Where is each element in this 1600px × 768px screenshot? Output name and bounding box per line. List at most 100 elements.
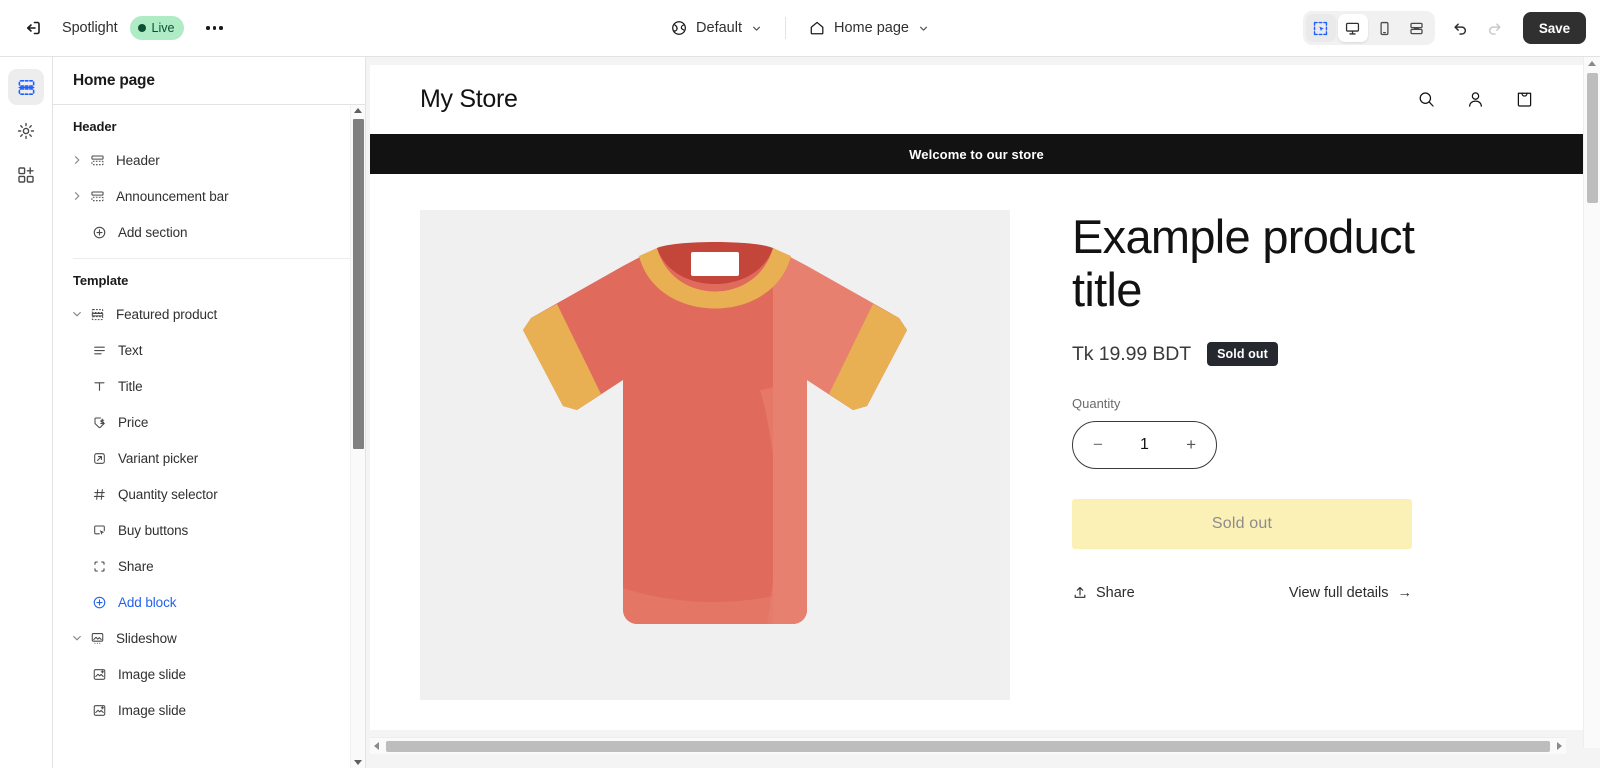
scroll-down-arrow-icon[interactable] bbox=[354, 760, 362, 765]
exit-icon bbox=[27, 21, 40, 35]
block-row-image-slide-1[interactable]: Image slide bbox=[53, 656, 365, 692]
theme-name: Spotlight bbox=[62, 20, 118, 36]
block-label: Share bbox=[118, 558, 154, 574]
section-label: Header bbox=[116, 152, 160, 168]
market-selector[interactable]: Default bbox=[662, 13, 771, 43]
chevron-down-icon[interactable] bbox=[67, 632, 87, 644]
buy-button[interactable]: Sold out bbox=[1072, 499, 1412, 550]
quantity-stepper[interactable]: − 1 + bbox=[1072, 421, 1217, 470]
arrow-right-icon: → bbox=[1397, 585, 1413, 602]
rail-item-apps[interactable] bbox=[8, 157, 44, 193]
vertical-scrollbar-thumb[interactable] bbox=[1587, 73, 1598, 203]
block-label: Image slide bbox=[118, 702, 186, 718]
horizontal-scrollbar-thumb[interactable] bbox=[386, 741, 1550, 752]
panel-header: Home page bbox=[53, 57, 365, 105]
panel-scrollbar-thumb[interactable] bbox=[353, 119, 364, 449]
hash-icon bbox=[89, 487, 109, 502]
block-label: Quantity selector bbox=[118, 486, 218, 502]
quantity-decrease-button[interactable]: − bbox=[1093, 435, 1103, 455]
block-row-quantity-selector[interactable]: Quantity selector bbox=[53, 476, 365, 512]
scroll-left-arrow-icon[interactable] bbox=[374, 742, 379, 750]
scroll-up-arrow-icon[interactable] bbox=[1588, 61, 1596, 66]
view-full-details-link[interactable]: View full details → bbox=[1289, 585, 1412, 601]
mobile-icon bbox=[1380, 21, 1389, 35]
block-row-buy-buttons[interactable]: Buy buttons bbox=[53, 512, 365, 548]
block-label: Buy buttons bbox=[118, 522, 189, 538]
rail-item-theme-settings[interactable] bbox=[8, 113, 44, 149]
store-logo[interactable]: My Store bbox=[420, 85, 518, 114]
section-label: Slideshow bbox=[116, 630, 177, 646]
block-label: Text bbox=[118, 342, 143, 358]
account-icon[interactable] bbox=[1465, 89, 1486, 110]
inspector-tool-button[interactable] bbox=[1305, 14, 1336, 42]
announcement-bar[interactable]: Welcome to our store bbox=[370, 134, 1583, 174]
more-options-button[interactable] bbox=[198, 12, 230, 44]
storefront-header-icons bbox=[1416, 89, 1535, 110]
slideshow-icon bbox=[87, 631, 107, 646]
save-button[interactable]: Save bbox=[1522, 12, 1586, 44]
cart-icon[interactable] bbox=[1514, 89, 1535, 110]
quantity-increase-button[interactable]: + bbox=[1186, 435, 1196, 455]
scroll-up-arrow-icon[interactable] bbox=[354, 108, 362, 113]
block-row-price[interactable]: Price bbox=[53, 404, 365, 440]
preview-vertical-scrollbar[interactable] bbox=[1583, 57, 1600, 748]
product-title[interactable]: Example product title bbox=[1072, 210, 1462, 316]
block-row-variant-picker[interactable]: Variant picker bbox=[53, 440, 365, 476]
block-row-image-slide-2[interactable]: Image slide bbox=[53, 692, 365, 728]
quantity-value[interactable]: 1 bbox=[1140, 436, 1149, 454]
search-icon[interactable] bbox=[1416, 89, 1437, 110]
rail-item-sections[interactable] bbox=[8, 69, 44, 105]
panel-scrollbar[interactable] bbox=[350, 105, 365, 768]
plus-circle-icon bbox=[89, 225, 109, 240]
block-label: Image slide bbox=[118, 666, 186, 682]
panel-body: Header Header Announcement bar Add secti… bbox=[53, 105, 365, 768]
text-lines-icon bbox=[89, 343, 109, 358]
featured-product-section: Example product title Tk 19.99 BDT Sold … bbox=[370, 174, 1583, 700]
add-section-button[interactable]: Add section bbox=[53, 214, 365, 250]
block-row-title[interactable]: Title bbox=[53, 368, 365, 404]
market-value: Default bbox=[696, 20, 742, 36]
chevron-down-icon bbox=[753, 26, 760, 31]
image-slide-icon bbox=[89, 667, 109, 682]
section-row-announcement-bar[interactable]: Announcement bar bbox=[53, 178, 365, 214]
scroll-right-arrow-icon[interactable] bbox=[1557, 742, 1562, 750]
plus-circle-icon bbox=[89, 595, 109, 610]
page-selector[interactable]: Home page bbox=[800, 13, 938, 43]
exit-editor-button[interactable] bbox=[14, 10, 50, 46]
globe-icon bbox=[672, 21, 686, 35]
undo-button[interactable] bbox=[1445, 12, 1477, 44]
product-info: Example product title Tk 19.99 BDT Sold … bbox=[1010, 210, 1583, 700]
panel-title: Home page bbox=[73, 71, 155, 89]
preview-horizontal-scrollbar[interactable] bbox=[370, 737, 1566, 754]
desktop-view-button[interactable] bbox=[1337, 14, 1368, 42]
mobile-view-button[interactable] bbox=[1370, 14, 1400, 42]
fullscreen-view-button[interactable] bbox=[1402, 14, 1432, 42]
storefront-preview-frame[interactable]: My Store Welcome to our store Example pr… bbox=[370, 65, 1583, 730]
chevron-down-icon[interactable] bbox=[67, 308, 87, 320]
group-label-template: Template bbox=[73, 273, 129, 288]
product-footer-links: Share View full details → bbox=[1072, 585, 1412, 601]
redo-button[interactable] bbox=[1479, 12, 1511, 44]
sold-out-badge: Sold out bbox=[1207, 342, 1278, 367]
add-block-button[interactable]: Add block bbox=[53, 584, 365, 620]
chevron-right-icon[interactable] bbox=[67, 154, 87, 166]
block-row-share[interactable]: Share bbox=[53, 548, 365, 584]
view-mode-group bbox=[1302, 11, 1435, 45]
section-row-header[interactable]: Header bbox=[53, 142, 365, 178]
chevron-right-icon[interactable] bbox=[67, 190, 87, 202]
details-label: View full details bbox=[1288, 585, 1389, 602]
announcement-text: Welcome to our store bbox=[909, 146, 1044, 162]
section-row-featured-product[interactable]: Featured product bbox=[53, 296, 365, 332]
section-icon bbox=[87, 189, 107, 204]
share-button[interactable]: Share bbox=[1072, 585, 1135, 601]
section-label: Featured product bbox=[116, 306, 218, 322]
share-brackets-icon bbox=[89, 559, 109, 574]
price-row: Tk 19.99 BDT Sold out bbox=[1072, 342, 1543, 367]
product-image[interactable] bbox=[420, 210, 1010, 700]
topbar-center-selectors: Default Home page bbox=[662, 0, 938, 57]
section-row-slideshow[interactable]: Slideshow bbox=[53, 620, 365, 656]
add-section-label: Add section bbox=[118, 224, 188, 240]
tshirt-placeholder-icon bbox=[523, 242, 907, 624]
block-row-text[interactable]: Text bbox=[53, 332, 365, 368]
status-label: Live bbox=[151, 21, 175, 35]
